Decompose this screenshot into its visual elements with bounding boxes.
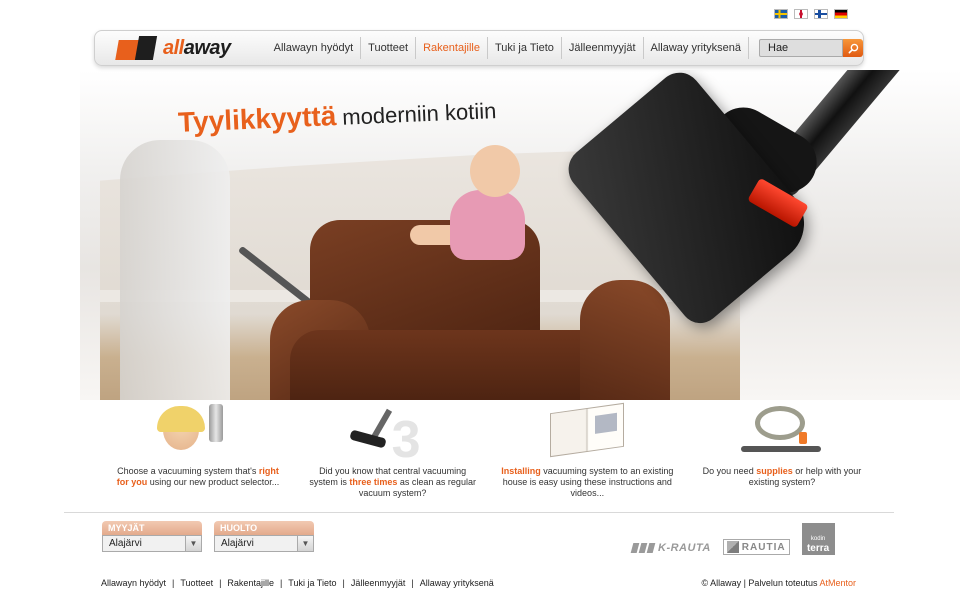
finland-flag-icon[interactable] (814, 9, 828, 19)
chevron-down-icon[interactable]: ▼ (297, 536, 313, 551)
dealers-dropdown[interactable]: Alajärvi ▼ (102, 535, 202, 552)
footer-copyright: © Allaway | Palvelun toteutus AtMentor (701, 578, 856, 588)
service-value: Alajärvi (221, 538, 254, 549)
headline-text: moderniin kotiin (341, 98, 497, 130)
instruction-book-icon (542, 400, 632, 462)
footer-link-builders[interactable]: Rakentajille (227, 578, 274, 588)
search-input[interactable] (759, 39, 843, 57)
search-box (759, 39, 863, 57)
rautia-logo[interactable]: RAUTIA (722, 539, 790, 555)
sweden-flag-icon[interactable] (774, 9, 788, 19)
feature-installing[interactable]: Installing vacuuming system to an existi… (499, 400, 675, 508)
hero-banner: Tyylikkyyttä moderniin kotiin (80, 70, 960, 400)
nav-menu: Allawayn hyödyt Tuotteet Rakentajille Tu… (267, 31, 749, 65)
feature-highlight: supplies (756, 466, 793, 476)
logo-prefix: all (163, 36, 184, 59)
service-selector: HUOLTO Alajärvi ▼ (214, 521, 314, 552)
footer-link-support[interactable]: Tuki ja Tieto (288, 578, 336, 588)
nav-item-support[interactable]: Tuki ja Tieto (488, 37, 562, 59)
three-times-icon: 3 (348, 400, 438, 469)
feature-three-times-clean[interactable]: 3 Did you know that central vacuuming sy… (305, 400, 481, 508)
logo-suffix: away (183, 36, 231, 59)
chevron-down-icon[interactable]: ▼ (185, 536, 201, 551)
divider (64, 512, 894, 513)
uk-flag-icon[interactable] (794, 9, 808, 19)
main-navigation: allaway Allawayn hyödyt Tuotteet Rakenta… (94, 30, 864, 66)
nav-item-resellers[interactable]: Jälleenmyyjät (562, 37, 644, 59)
germany-flag-icon[interactable] (834, 9, 848, 19)
feature-list: Choose a vacuuming system that's right f… (110, 400, 870, 508)
dealers-value: Alajärvi (109, 538, 142, 549)
krauta-bars-icon (630, 543, 656, 553)
service-dropdown[interactable]: Alajärvi ▼ (214, 535, 314, 552)
woman-with-cylinder-icon (153, 400, 243, 462)
search-icon (848, 43, 858, 53)
logo-mark-icon (115, 34, 159, 62)
nav-item-products[interactable]: Tuotteet (361, 37, 417, 59)
krauta-logo[interactable]: K-RAUTA (630, 542, 711, 555)
allaway-logo[interactable]: allaway (95, 34, 267, 62)
rautia-mark-icon (726, 541, 739, 553)
footer-link-company[interactable]: Allaway yrityksenä (420, 578, 494, 588)
baby-image (410, 145, 540, 265)
nav-item-benefits[interactable]: Allawayn hyödyt (267, 37, 362, 59)
hose-and-tools-icon (737, 400, 827, 462)
feature-supplies[interactable]: Do you need supplies or help with your e… (694, 400, 870, 508)
language-selector (774, 9, 848, 19)
feature-highlight: three times (349, 477, 398, 487)
person-vacuuming (120, 140, 230, 400)
feature-product-selector[interactable]: Choose a vacuuming system that's right f… (110, 400, 286, 508)
kodin-terra-logo[interactable]: kodin terra (801, 523, 835, 555)
vacuum-nozzle-image (559, 70, 960, 332)
headline-highlight: Tyylikkyyttä (177, 100, 337, 138)
service-label: HUOLTO (214, 521, 314, 535)
atmentor-link[interactable]: AtMentor (819, 578, 856, 588)
footer-link-resellers[interactable]: Jälleenmyyjät (351, 578, 406, 588)
nav-item-company[interactable]: Allaway yrityksenä (644, 37, 749, 59)
footer-link-benefits[interactable]: Allawayn hyödyt (101, 578, 166, 588)
dealers-selector: MYYJÄT Alajärvi ▼ (102, 521, 202, 552)
partner-logos: K-RAUTA RAUTIA kodin terra (630, 521, 835, 555)
footer-link-products[interactable]: Tuotteet (180, 578, 213, 588)
feature-highlight: Installing (501, 466, 541, 476)
footer-links: Allawayn hyödyt | Tuotteet | Rakentajille | Tu… (101, 578, 494, 588)
dealers-label: MYYJÄT (102, 521, 202, 535)
nav-item-builders[interactable]: Rakentajille (416, 37, 488, 59)
search-button[interactable] (843, 39, 863, 57)
